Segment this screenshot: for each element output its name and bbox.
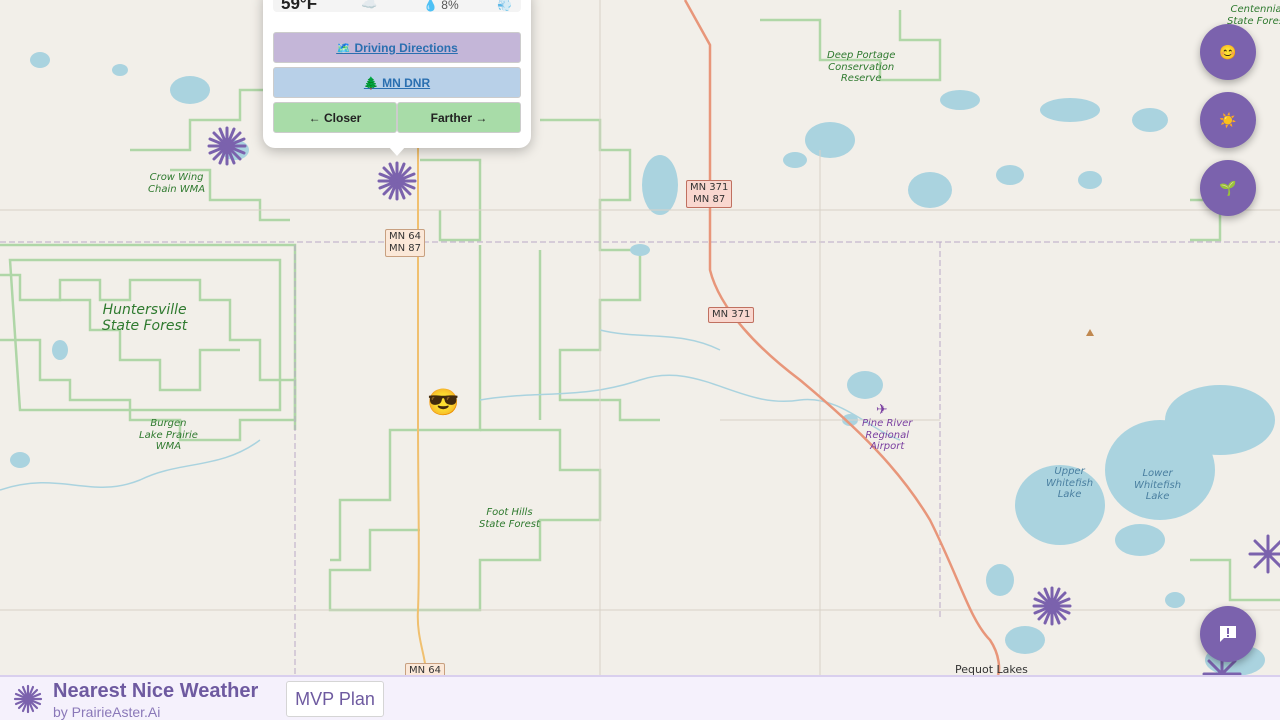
farther-button[interactable]: Farther →	[397, 102, 521, 133]
mood-filter-button[interactable]: 😊	[1200, 24, 1256, 80]
mn-dnr-button[interactable]: 🌲 MN DNR	[273, 67, 521, 98]
cloud-icon: ☁️	[361, 0, 378, 11]
driving-directions-button[interactable]: 🗺️ Driving Directions	[273, 32, 521, 63]
nature-filter-button[interactable]: 🌱	[1200, 160, 1256, 216]
label-pine-river-airport: Pine River Regional Airport	[862, 418, 913, 452]
mvp-plan-button[interactable]: MVP Plan	[286, 681, 384, 717]
shield-mn64-mn87: MN 64 MN 87	[385, 229, 426, 257]
aster-marker-icon[interactable]	[205, 124, 249, 168]
weather-summary-row: 59°F ☁️ 💧 8% 💨	[273, 0, 521, 13]
aster-marker-icon[interactable]	[375, 159, 419, 203]
shield-mn371-mn87: MN 371 MN 87	[686, 180, 733, 208]
closer-button[interactable]: ← Closer	[273, 102, 397, 133]
label-foot-hills: Foot Hills State Forest	[479, 507, 540, 530]
prairie-aster-logo-icon	[13, 684, 43, 714]
label-lower-whitefish: Lower Whitefish Lake	[1134, 468, 1182, 502]
app-title: Nearest Nice Weather	[53, 680, 259, 702]
label-huntersville: Huntersville State Forest	[102, 302, 188, 335]
app-subtitle[interactable]: by PrairieAster.Ai	[53, 704, 160, 720]
smile-icon: 😊	[1219, 43, 1237, 60]
label-crow-wing: Crow Wing Chain WMA	[148, 172, 206, 195]
temperature: 59°F	[281, 0, 318, 13]
seedling-icon: 🌱	[1219, 179, 1237, 196]
airport-icon: ✈	[876, 402, 888, 418]
label-upper-whitefish: Upper Whitefish Lake	[1046, 466, 1094, 500]
shield-mn64: MN 64	[405, 663, 446, 675]
peak-icon	[1086, 329, 1094, 336]
label-pequot-lakes: Pequot Lakes	[955, 663, 1028, 675]
aster-marker-icon[interactable]	[1236, 532, 1280, 576]
label-burgen: Burgen Lake Prairie WMA	[139, 418, 198, 452]
shield-mn371: MN 371	[708, 307, 755, 323]
user-location-icon[interactable]: 😎	[427, 387, 459, 417]
label-deep-portage: Deep Portage Conservation Reserve	[827, 50, 896, 84]
weather-filter-button[interactable]: ☀️	[1200, 92, 1256, 148]
weather-popup: 59°F ☁️ 💧 8% 💨 🗺️ Driving Directions 🌲 M…	[263, 0, 531, 148]
precipitation: 💧 8%	[423, 0, 459, 12]
aster-marker-icon[interactable]	[1030, 584, 1074, 628]
driving-directions-link[interactable]: 🗺️ Driving Directions	[336, 41, 458, 55]
map-canvas[interactable]: Crow Wing Chain WMA Huntersville State F…	[0, 0, 1280, 675]
map-base-layer	[0, 0, 1280, 675]
feedback-icon	[1220, 626, 1236, 642]
wind-icon: 💨	[497, 0, 512, 12]
app-footer: Nearest Nice Weather by PrairieAster.Ai …	[0, 675, 1280, 720]
sun-icon: ☀️	[1219, 111, 1237, 128]
label-centennial: Centennial State Forest	[1227, 4, 1280, 27]
popup-tip	[388, 146, 406, 156]
feedback-button[interactable]	[1200, 606, 1256, 662]
mn-dnr-link[interactable]: 🌲 MN DNR	[364, 76, 430, 90]
